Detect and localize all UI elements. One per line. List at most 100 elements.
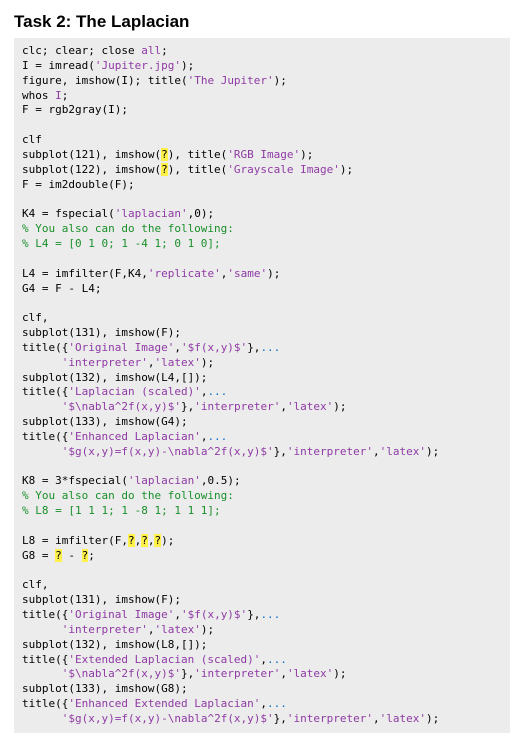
code-string: '$f(x,y)$' — [181, 341, 247, 354]
code-string: 'Extended Laplacian (scaled)' — [68, 653, 260, 666]
fill-blank: ? — [128, 534, 135, 547]
code-text: }, — [181, 400, 194, 413]
code-text: clear — [55, 44, 88, 57]
code-text: ; — [62, 89, 69, 102]
code-text: title({ — [22, 430, 68, 443]
code-text: ); — [181, 59, 194, 72]
code-string: '$g(x,y)=f(x,y)-\nabla^2f(x,y)$' — [62, 445, 274, 458]
code-text: I = imread( — [22, 59, 95, 72]
fill-blank: ? — [161, 148, 168, 161]
code-text: ); — [426, 712, 439, 725]
code-text: ; — [88, 549, 95, 562]
code-string: 'The Jupiter' — [188, 74, 274, 87]
code-text: K4 = fspecial( — [22, 207, 115, 220]
code-text: }, — [247, 608, 260, 621]
code-text: ... — [260, 341, 280, 354]
code-text: subplot(122), imshow( — [22, 163, 161, 176]
code-string: 'interpreter' — [194, 400, 280, 413]
code-text — [22, 712, 62, 725]
code-text: F = im2double(F); — [22, 178, 135, 191]
code-text: ... — [267, 697, 287, 710]
code-text — [22, 667, 62, 680]
code-string: 'interpreter' — [62, 623, 148, 636]
task-title: Task 2: The Laplacian — [14, 12, 510, 32]
code-string: 'latex' — [154, 623, 200, 636]
code-text: , — [174, 608, 181, 621]
code-text: subplot(133), imshow(G8); — [22, 682, 188, 695]
code-text: ... — [207, 430, 227, 443]
code-text: subplot(131), imshow(F); — [22, 326, 181, 339]
code-text: , — [280, 667, 287, 680]
code-string: 'Original Image' — [68, 608, 174, 621]
code-text: }, — [181, 667, 194, 680]
code-text: ... — [207, 385, 227, 398]
code-text: , — [174, 341, 181, 354]
code-text: G4 = F - L4; — [22, 282, 101, 295]
code-string: 'Grayscale Image' — [227, 163, 340, 176]
code-string: 'Laplacian (scaled)' — [68, 385, 200, 398]
code-string: 'Enhanced Laplacian' — [68, 430, 200, 443]
code-text: clf — [22, 133, 42, 146]
code-text: L8 = imfilter(F, — [22, 534, 128, 547]
code-comment: % You also can do the following: — [22, 489, 234, 502]
code-text: I — [55, 89, 62, 102]
code-text: title({ — [22, 697, 68, 710]
code-text: }, — [274, 712, 287, 725]
code-comment: % You also can do the following: — [22, 222, 234, 235]
code-text: ); — [340, 163, 353, 176]
code-text: subplot(131), imshow(F); — [22, 593, 181, 606]
code-text: ,0); — [188, 207, 215, 220]
code-text: ); — [201, 623, 214, 636]
fill-blank: ? — [55, 549, 62, 562]
code-text: ); — [333, 400, 346, 413]
code-text: - — [62, 549, 82, 562]
code-string: 'latex' — [287, 400, 333, 413]
code-string: 'same' — [227, 267, 267, 280]
code-text: ); — [201, 356, 214, 369]
code-text: clf, — [22, 578, 49, 591]
code-text: all — [141, 44, 161, 57]
code-text: ); — [426, 445, 439, 458]
code-text: title({ — [22, 385, 68, 398]
fill-blank: ? — [141, 534, 148, 547]
code-text: ... — [260, 608, 280, 621]
code-text: title({ — [22, 653, 68, 666]
code-text: G8 = — [22, 549, 55, 562]
code-text: ); — [267, 267, 280, 280]
code-text: ); — [333, 667, 346, 680]
fill-blank: ? — [161, 163, 168, 176]
code-text: ... — [267, 653, 287, 666]
code-string: 'laplacian' — [115, 207, 188, 220]
code-string: 'latex' — [154, 356, 200, 369]
code-text: , — [373, 712, 380, 725]
code-string: 'latex' — [287, 667, 333, 680]
code-text: whos — [22, 89, 55, 102]
code-string: 'interpreter' — [287, 712, 373, 725]
code-text: subplot(133), imshow(G4); — [22, 415, 188, 428]
code-string: '$g(x,y)=f(x,y)-\nabla^2f(x,y)$' — [62, 712, 274, 725]
code-string: '$f(x,y)$' — [181, 608, 247, 621]
code-text: ); — [161, 534, 174, 547]
code-string: 'latex' — [380, 712, 426, 725]
code-text: }, — [274, 445, 287, 458]
code-text: subplot(132), imshow(L4,[]); — [22, 371, 207, 384]
code-block: clc; clear; close all; I = imread('Jupit… — [14, 38, 510, 733]
code-text: ), title( — [168, 163, 228, 176]
code-text: K8 = 3*fspecial( — [22, 474, 128, 487]
code-comment: % L8 = [1 1 1; 1 -8 1; 1 1 1]; — [22, 504, 221, 517]
code-text: title({ — [22, 608, 68, 621]
code-text: subplot(121), imshow( — [22, 148, 161, 161]
code-text: }, — [247, 341, 260, 354]
code-text: figure, imshow(I); title( — [22, 74, 188, 87]
code-text: F = rgb2gray(I); — [22, 103, 128, 116]
code-text: ); — [274, 74, 287, 87]
code-text: ; — [88, 44, 101, 57]
code-comment: % L4 = [0 1 0; 1 -4 1; 0 1 0]; — [22, 237, 221, 250]
code-string: 'replicate' — [148, 267, 221, 280]
code-string: 'Enhanced Extended Laplacian' — [68, 697, 260, 710]
code-text: ); — [300, 148, 313, 161]
code-string: 'RGB Image' — [227, 148, 300, 161]
code-string: 'interpreter' — [62, 356, 148, 369]
code-string: '$\nabla^2f(x,y)$' — [62, 667, 181, 680]
code-text: ; — [161, 44, 168, 57]
